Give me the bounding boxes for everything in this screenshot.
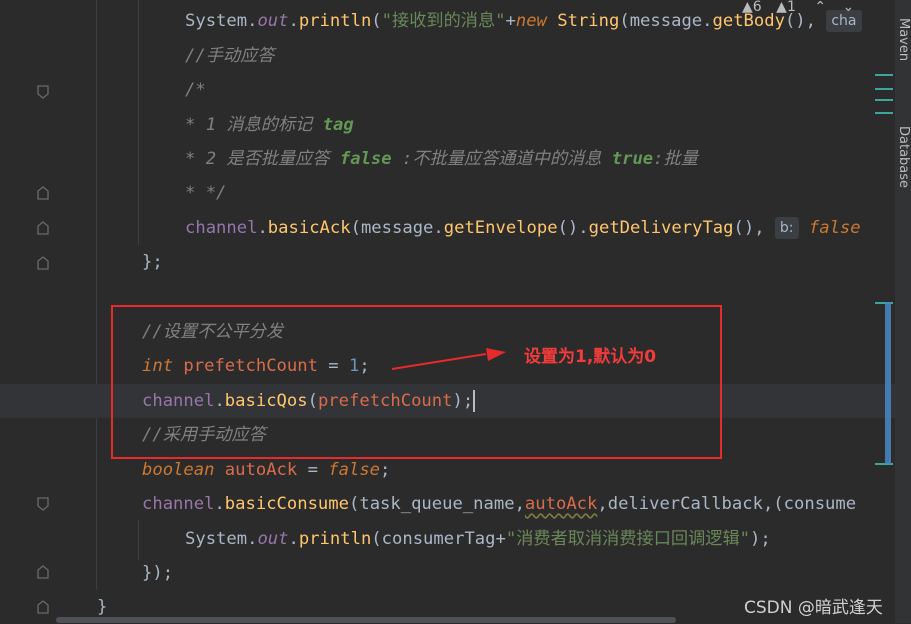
warning-icon: ▲ — [742, 0, 753, 14]
maven-panel-tab[interactable]: Maven — [896, 18, 911, 61]
code-line-7[interactable]: channel.basicAck(message.getEnvelope().g… — [185, 211, 861, 245]
code-line-14[interactable]: channel.basicConsume(task_queue_name,aut… — [142, 487, 856, 521]
annotation-box — [111, 305, 722, 459]
code-line-6[interactable]: * */ — [185, 176, 226, 210]
horizontal-scrollbar[interactable] — [56, 617, 676, 623]
chevron-down-icon[interactable]: ⌄ — [843, 0, 855, 14]
fold-icon[interactable] — [37, 600, 49, 614]
inspection-widget[interactable]: ▲6 ▲1 ⌃ ⌄ — [742, 0, 854, 14]
code-line-16[interactable]: }); — [142, 556, 173, 590]
indent-guide — [96, 0, 97, 590]
fold-icon[interactable] — [37, 85, 49, 99]
fold-icon[interactable] — [37, 256, 49, 270]
database-panel-tab[interactable]: Database — [896, 126, 911, 188]
chevron-up-icon[interactable]: ⌃ — [814, 0, 826, 14]
annotation-text: 设置为1,默认为0 — [524, 347, 657, 367]
param-hint: b: — [774, 217, 799, 239]
code-line-15[interactable]: System.out.println(consumerTag+"消费者取消消费接… — [185, 522, 771, 556]
fold-icon[interactable] — [37, 565, 49, 579]
annotation-arrow — [391, 348, 506, 370]
code-line-3[interactable]: /* — [185, 73, 206, 107]
change-marker — [875, 88, 893, 90]
code-line-2[interactable]: //手动应答 — [185, 39, 274, 73]
code-line-8[interactable]: }; — [142, 245, 163, 279]
scrollbar-thumb[interactable] — [885, 302, 891, 464]
change-marker — [875, 99, 893, 101]
weak-warning-icon: ▲ — [776, 0, 787, 14]
watermark: CSDN @暗武逢天 — [744, 598, 883, 618]
gutter — [0, 0, 60, 623]
change-marker — [875, 112, 893, 114]
fold-icon[interactable] — [37, 221, 49, 235]
indent-guide — [138, 520, 139, 560]
code-line-4[interactable]: * 1 消息的标记 tag — [185, 108, 354, 142]
indent-guide — [138, 0, 139, 245]
right-tool-strip: Maven Database — [895, 0, 911, 623]
fold-icon[interactable] — [37, 186, 49, 200]
change-marker — [875, 74, 893, 76]
fold-icon[interactable] — [37, 497, 49, 511]
code-line-5[interactable]: * 2 是否批量应答 false :不批量应答通道中的消息 true:批量 — [185, 142, 698, 176]
